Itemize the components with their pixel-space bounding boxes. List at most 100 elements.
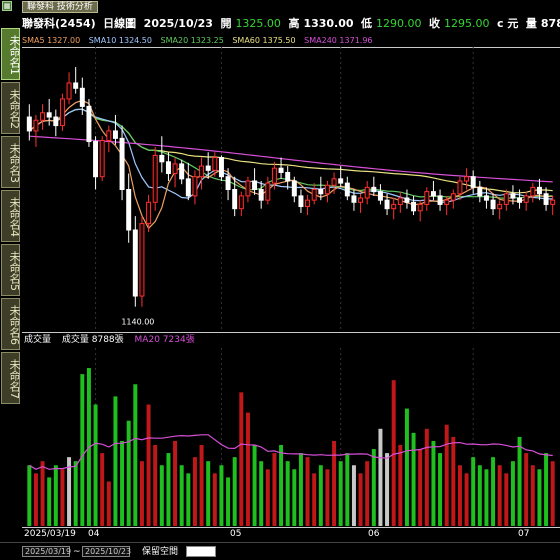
candle-body bbox=[331, 178, 337, 186]
volume-bar bbox=[252, 445, 257, 526]
volume-bar bbox=[80, 374, 85, 526]
candle-body bbox=[119, 137, 125, 191]
low-label: 低 bbox=[361, 17, 373, 30]
volume-bar bbox=[398, 445, 403, 526]
candle-body bbox=[424, 191, 430, 205]
sidebar-tab-2[interactable]: 未命名2 bbox=[1, 82, 21, 134]
candle-body bbox=[152, 154, 158, 203]
candlestick-chart[interactable]: 1140.00 bbox=[22, 47, 560, 332]
candle-body bbox=[172, 163, 178, 175]
candle-body bbox=[185, 178, 191, 197]
candle-body bbox=[305, 199, 311, 208]
candle-body bbox=[470, 176, 476, 188]
end-date-field[interactable]: 2025/10/23 bbox=[82, 546, 131, 557]
open-value: 1325.00 bbox=[235, 17, 281, 30]
volume-bar bbox=[385, 453, 390, 526]
volume-bar bbox=[47, 477, 52, 526]
volume-bar bbox=[318, 465, 323, 526]
candle-body bbox=[338, 178, 344, 184]
volume-bar bbox=[239, 392, 244, 526]
volume-bar bbox=[537, 469, 542, 526]
volume-bar bbox=[60, 469, 65, 526]
candle-body bbox=[159, 154, 165, 163]
volume-chart[interactable] bbox=[22, 348, 560, 526]
candle-body bbox=[358, 197, 364, 203]
volume-bar bbox=[126, 420, 131, 526]
sidebar-tab-3[interactable]: 未命名3 bbox=[1, 136, 21, 188]
volume-value: 8788 張 bbox=[540, 17, 560, 30]
chart-tab-icon: ▦ bbox=[2, 1, 12, 11]
volume-bar bbox=[444, 424, 449, 526]
title-tab-bar: ▦ 聯發科 技術分析 bbox=[0, 0, 560, 14]
volume-bar bbox=[245, 412, 250, 526]
sma5-legend: SMA5 1327.00 bbox=[22, 36, 81, 45]
candle-body bbox=[530, 186, 536, 197]
volume-legend: 成交量 成交量 8788張 MA20 7234張 bbox=[24, 334, 203, 346]
volume-bar bbox=[517, 436, 522, 526]
candle-body bbox=[79, 87, 85, 107]
candle-body bbox=[543, 193, 549, 205]
sma60-legend: SMA60 1375.50 bbox=[232, 36, 296, 45]
volume-bar bbox=[365, 461, 370, 526]
volume-bar bbox=[431, 440, 436, 526]
price-unit: c 元 bbox=[497, 17, 519, 30]
xaxis-label-07: 07 bbox=[518, 529, 530, 539]
volume-bar bbox=[232, 457, 237, 526]
candle-body bbox=[464, 176, 470, 182]
sidebar-tab-4[interactable]: 未命名4 bbox=[1, 190, 21, 242]
volume-bar bbox=[510, 461, 515, 526]
close-label: 收 bbox=[429, 17, 441, 30]
candle-body bbox=[93, 141, 99, 178]
candle-body bbox=[444, 199, 450, 205]
sma240-legend: SMA240 1371.96 bbox=[304, 36, 373, 45]
volume-bar bbox=[173, 440, 178, 526]
volume-bar bbox=[100, 453, 105, 526]
candle-body bbox=[212, 157, 218, 171]
candle-body bbox=[364, 186, 370, 199]
candle-body bbox=[165, 161, 171, 175]
candle-body bbox=[33, 119, 39, 132]
volume-panel-top-border bbox=[22, 332, 560, 333]
volume-bar bbox=[497, 465, 502, 526]
volume-bar bbox=[391, 380, 396, 526]
chart-tab[interactable]: 聯發科 技術分析 bbox=[22, 1, 98, 13]
volume-bar bbox=[279, 445, 284, 526]
sidebar-tab-5[interactable]: 未命名5 bbox=[1, 244, 21, 296]
volume-bar bbox=[438, 453, 443, 526]
candle-body bbox=[40, 112, 46, 121]
candle-body bbox=[265, 182, 271, 201]
sidebar-tab-1[interactable]: 未命名1 bbox=[1, 28, 21, 80]
volume-bar bbox=[312, 473, 317, 526]
date-range-bar: 2025/03/19 ~ 2025/10/23 保留空間 bbox=[0, 542, 560, 560]
chart-kind: 日線圖 bbox=[103, 17, 137, 30]
volume-bar bbox=[404, 408, 409, 526]
volume-bar bbox=[504, 473, 509, 526]
candle-body bbox=[285, 171, 291, 182]
close-value: 1295.00 bbox=[444, 17, 490, 30]
keep-space-label: 保留空間 bbox=[142, 547, 179, 557]
sidebar-tab-6[interactable]: 未命名6 bbox=[1, 298, 21, 350]
sma240-line bbox=[29, 135, 553, 183]
volume-value-label: 成交量 8788 bbox=[61, 335, 115, 345]
candle-body bbox=[371, 186, 377, 193]
volume-bar bbox=[305, 457, 310, 526]
candle-body bbox=[59, 98, 65, 127]
low-price-annotation: 1140.00 bbox=[121, 318, 154, 327]
volume-bar bbox=[219, 465, 224, 526]
keep-space-input[interactable] bbox=[186, 546, 216, 557]
candle-body bbox=[298, 195, 304, 208]
volume-bar bbox=[484, 469, 489, 526]
candle-body bbox=[411, 201, 417, 212]
volume-bar bbox=[530, 465, 535, 526]
candle-body bbox=[490, 199, 496, 210]
candle-body bbox=[225, 176, 231, 190]
sma5-line bbox=[28, 99, 553, 230]
volume-bar bbox=[93, 404, 98, 526]
candle-body bbox=[377, 191, 383, 201]
start-date-field[interactable]: 2025/03/19 bbox=[22, 546, 71, 557]
volume-bar bbox=[471, 457, 476, 526]
sidebar-tab-7[interactable]: 未命名7 bbox=[1, 352, 21, 404]
candle-body bbox=[311, 189, 317, 201]
volume-bar bbox=[292, 469, 297, 526]
candle-body bbox=[86, 105, 92, 143]
